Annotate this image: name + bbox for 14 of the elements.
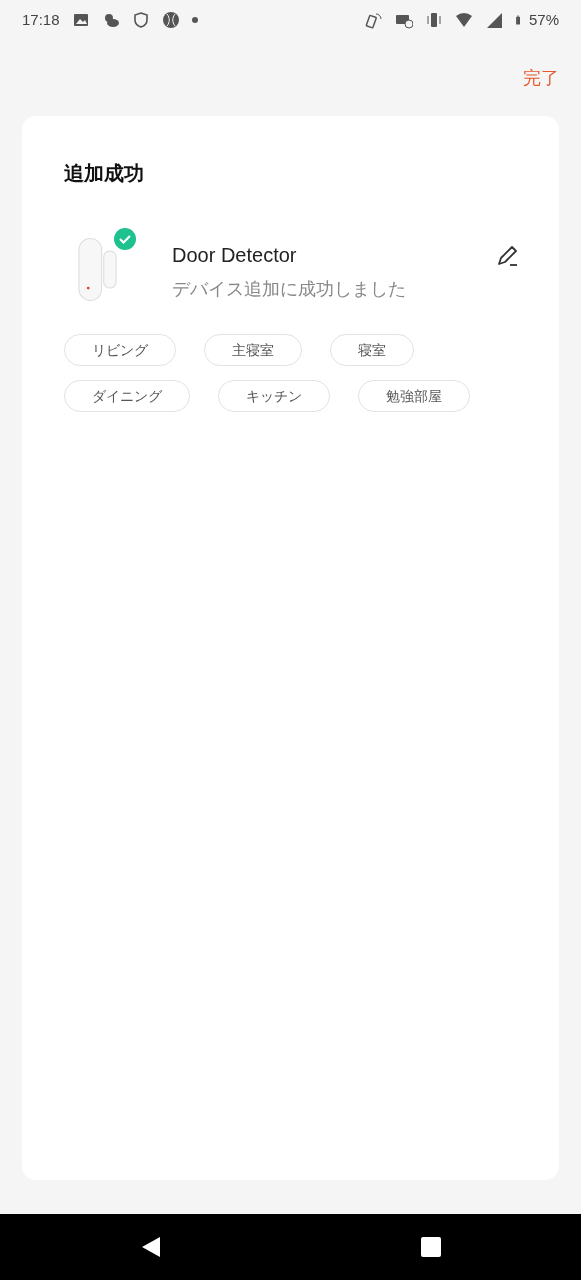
device-name: Door Detector: [172, 242, 298, 268]
recents-icon[interactable]: [419, 1236, 442, 1258]
door-sensor-drawing: [78, 238, 117, 301]
device-status: デバイス追加に成功しました: [172, 277, 407, 301]
phone-signal-icon: [364, 11, 383, 29]
vibrate-icon: [424, 11, 443, 29]
dot-icon: [191, 17, 198, 23]
ball-icon: [161, 11, 180, 29]
status-time: 17:18: [22, 9, 60, 30]
battery-percent: 57%: [528, 9, 559, 30]
image-icon: [71, 11, 90, 29]
card-title: 追加成功: [64, 161, 145, 186]
shield-icon: [131, 11, 150, 29]
wifi-icon: [454, 11, 473, 29]
